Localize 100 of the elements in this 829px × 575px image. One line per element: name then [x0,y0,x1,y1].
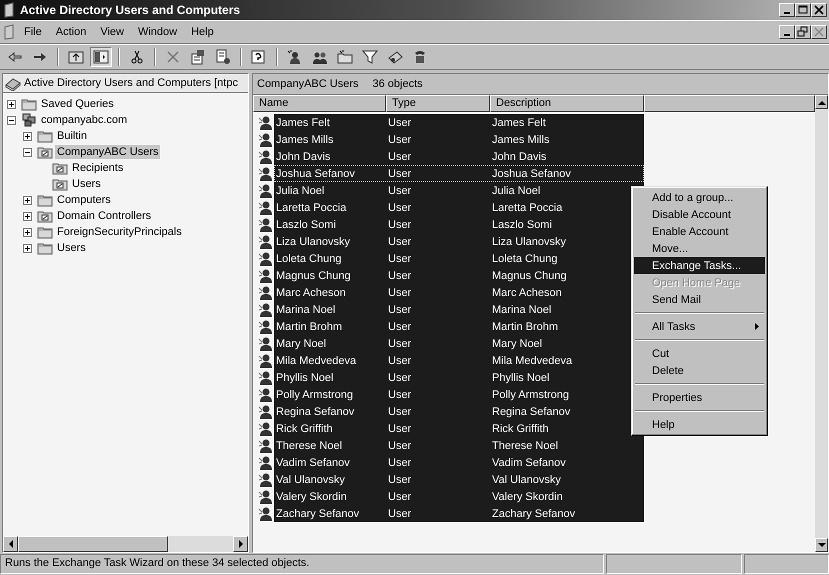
collapse-icon[interactable] [23,148,32,156]
table-row[interactable]: John Davis User John Davis [274,148,644,165]
user-icon [257,404,273,420]
table-cell-text: Laretta Poccia [491,202,564,214]
expand-icon[interactable] [23,196,32,204]
tree-item[interactable]: Users [55,241,88,255]
table-row[interactable]: Joshua Sefanov User Joshua Sefanov [274,165,644,182]
tree-item[interactable]: Domain Controllers [55,209,154,223]
status-text: Runs the Exchange Task Wizard on these 34 selected objects. [0,554,604,574]
table-cell-text: User [387,116,412,128]
menu-item[interactable]: Window [132,24,184,40]
user-icon [257,284,273,300]
table-cell-text: User [387,490,412,502]
table-cell-text: Vadim Sefanov [275,456,351,468]
table-cell-text: User [387,202,412,214]
user-icon [257,488,273,504]
left-arrow-icon[interactable] [8,540,14,548]
table-cell-text: Valery Skordin [275,490,348,502]
up-arrow-icon[interactable] [818,100,826,104]
table-cell-text: Marina Noel [275,304,336,316]
column-header[interactable]: Type [386,95,490,112]
user-icon [257,336,273,352]
table-cell-text: User [387,372,412,384]
tree-item[interactable]: Saved Queries [39,97,116,111]
down-arrow-icon[interactable] [818,542,826,548]
table-row[interactable]: Vadim Sefanov User Vadim Sefanov [274,454,644,471]
table-cell-text: Regina Sefanov [275,406,356,418]
expand-icon[interactable] [7,100,16,108]
table-row[interactable]: Julia Noel User Julia Noel [274,182,644,199]
right-arrow-icon[interactable] [238,540,244,548]
table-row[interactable]: James Felt User James Felt [274,114,644,131]
table-cell-text: Mary Noel [491,338,544,350]
table-cell-text: Mary Noel [275,338,328,350]
table-cell-text: User [387,456,412,468]
table-row[interactable]: Zachary Sefanov User Zachary Sefanov [274,505,644,522]
menu-item[interactable]: File [18,24,48,40]
expand-icon[interactable] [23,132,32,140]
tree-item[interactable]: Users [70,177,103,191]
table-cell-text: Phyllis Noel [275,372,334,384]
menu-item[interactable]: Exchange Tasks... [634,257,765,274]
table-cell-text: User [387,286,412,298]
column-header[interactable]: Name [253,95,386,112]
expand-icon[interactable] [23,228,32,236]
table-cell-text: John Davis [275,150,332,162]
pane-toggle-icon[interactable] [90,47,112,67]
table-cell-text: Zachary Sefanov [491,508,576,520]
tree-item[interactable]: ForeignSecurityPrincipals [55,225,184,239]
tree-item[interactable]: Computers [55,193,113,207]
user-icon [257,132,273,148]
table-cell-text: Martin Brohm [491,320,560,332]
table-row[interactable]: James Mills User James Mills [274,131,644,148]
table-cell-text: User [387,236,412,248]
table-cell-text: Val Ulanovsky [275,474,346,486]
menu-item[interactable]: Help [185,24,220,40]
column-header[interactable]: Description [490,95,644,112]
menu-item[interactable]: Action [50,24,92,40]
table-row[interactable]: Rick Griffith User Rick Griffith [274,420,644,437]
tree-item[interactable]: CompanyABC Users [55,145,160,159]
table-cell-text: James Mills [275,134,334,146]
table-cell-text: Loleta Chung [275,252,342,264]
table-row[interactable]: Val Ulanovsky User Val Ulanovsky [274,471,644,488]
user-icon [257,386,273,402]
user-icon [257,302,273,318]
user-icon [257,166,273,182]
table-cell-text: Loleta Chung [491,252,558,264]
table-cell-text: User [387,184,412,196]
table-cell-text: Polly Armstrong [275,388,354,400]
user-icon [257,420,273,436]
expand-icon[interactable] [23,244,32,252]
document-icon [2,24,16,40]
user-icon [257,352,273,368]
table-cell-text: Laszlo Somi [491,218,553,230]
user-icon [257,182,273,198]
expand-icon[interactable] [23,212,32,220]
menu-item[interactable]: View [94,24,130,40]
table-cell-text: Magnus Chung [275,270,352,282]
horizontal-scrollbar[interactable] [3,536,248,552]
tree-item[interactable]: Builtin [55,129,89,143]
table-row[interactable]: Therese Noel User Therese Noel [274,437,644,454]
table-cell-text: User [387,252,412,264]
vertical-scrollbar[interactable] [815,95,828,552]
tree-item[interactable]: companyabc.com [39,113,130,127]
table-row[interactable]: Valery Skordin User Valery Skordin [274,488,644,505]
table-cell-text: Mila Medvedeva [491,354,574,366]
table-cell-text: User [387,304,412,316]
user-icon [257,506,273,522]
user-icon [257,114,273,130]
table-cell-text: Val Ulanovsky [491,474,562,486]
table-cell-text: Julia Noel [275,184,326,196]
table-cell-text: Valery Skordin [491,490,564,502]
table-cell-text: Marc Acheson [275,286,347,298]
user-icon [257,318,273,334]
table-cell-text: User [387,320,412,332]
table-cell-text: Marc Acheson [491,286,563,298]
table-cell-text: User [387,388,412,400]
table-cell-text: User [387,338,412,350]
collapse-icon[interactable] [7,116,16,124]
tree-item[interactable]: Recipients [70,161,126,175]
table-cell-text: Liza Ulanovsky [275,236,351,248]
computers-icon [21,112,37,128]
